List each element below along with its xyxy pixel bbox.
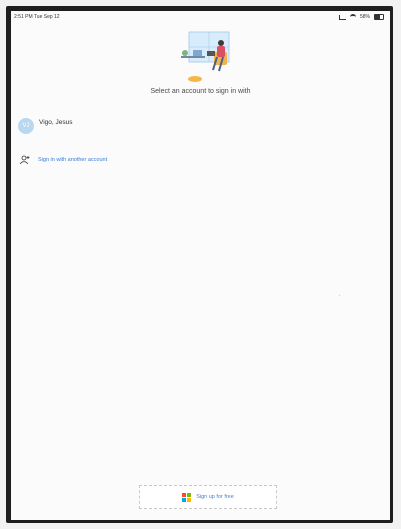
battery-icon	[374, 14, 384, 20]
signal-icon	[338, 14, 346, 20]
battery-percent: 58%	[359, 14, 370, 20]
app-logo-icon	[182, 492, 192, 502]
person-at-desk-illustration-icon	[181, 31, 230, 82]
screen-speck	[339, 295, 340, 296]
avatar: VJ	[18, 118, 34, 134]
app-screen: 2:51 PM Tue Sep 12 58% Select an account…	[11, 11, 390, 520]
sign-in-prompt: Select an account to sign in with	[150, 88, 251, 95]
status-bar: 2:51 PM Tue Sep 12 58%	[11, 11, 390, 23]
wifi-icon	[349, 14, 356, 20]
account-name: Vigo, Jesus	[39, 118, 73, 126]
status-time: 2:51 PM Tue Sep 12	[14, 14, 60, 20]
signup-button[interactable]: Sign up for free	[139, 485, 277, 509]
add-person-icon	[20, 155, 30, 165]
other-account-link[interactable]: Sign in with another account	[20, 153, 107, 167]
other-account-label: Sign in with another account	[38, 157, 108, 163]
status-indicators: 58%	[338, 14, 384, 20]
signup-label: Sign up for free	[196, 494, 234, 500]
account-item-vigo-jesus[interactable]: VJ Vigo, Jesus	[18, 114, 318, 138]
